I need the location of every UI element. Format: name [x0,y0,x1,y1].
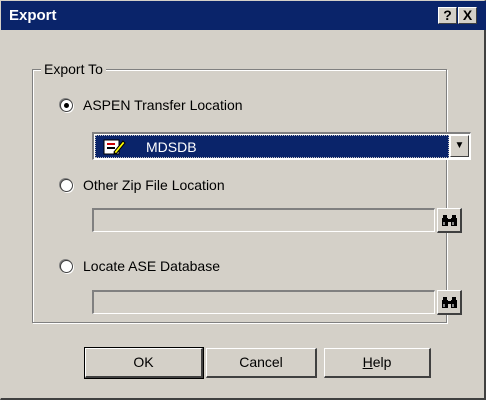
help-button[interactable]: Help [324,348,431,378]
cancel-button[interactable]: Cancel [206,348,317,378]
zip-browse-button[interactable] [437,208,462,233]
close-button[interactable]: X [458,7,477,24]
option-other-zip[interactable]: Other Zip File Location [60,177,225,193]
ase-database-field[interactable] [92,290,435,314]
help-title-button[interactable]: ? [438,7,457,24]
database-pencil-icon [103,139,126,155]
combo-dropdown-button[interactable]: ▼ [450,135,469,157]
combo-value: MDSDB [146,138,197,155]
window-title: Export [9,7,57,24]
aspen-location-combobox[interactable]: MDSDB ▼ [92,132,471,160]
binoculars-icon [441,296,457,308]
zip-location-field[interactable] [92,208,435,232]
radio-locate-ase[interactable] [60,259,73,273]
combo-selected-item: MDSDB [95,135,449,158]
help-label-rest: elp [372,354,392,370]
ase-browse-button[interactable] [437,290,462,315]
export-dialog: Export ? X Export To ASPEN Transfer Loca… [0,0,486,400]
radio-other-zip[interactable] [60,178,73,192]
help-mnemonic: H [362,354,373,370]
radio-aspen-transfer[interactable] [60,98,73,112]
group-label: Export To [41,61,106,77]
option-label: Other Zip File Location [83,177,225,193]
title-bar[interactable]: Export ? X [1,1,486,30]
ok-button[interactable]: OK [84,347,204,379]
binoculars-icon [441,214,457,226]
chevron-down-icon: ▼ [454,140,465,151]
option-aspen-transfer[interactable]: ASPEN Transfer Location [60,97,243,113]
option-label: ASPEN Transfer Location [83,97,243,113]
option-label: Locate ASE Database [83,258,220,274]
option-locate-ase[interactable]: Locate ASE Database [60,258,220,274]
